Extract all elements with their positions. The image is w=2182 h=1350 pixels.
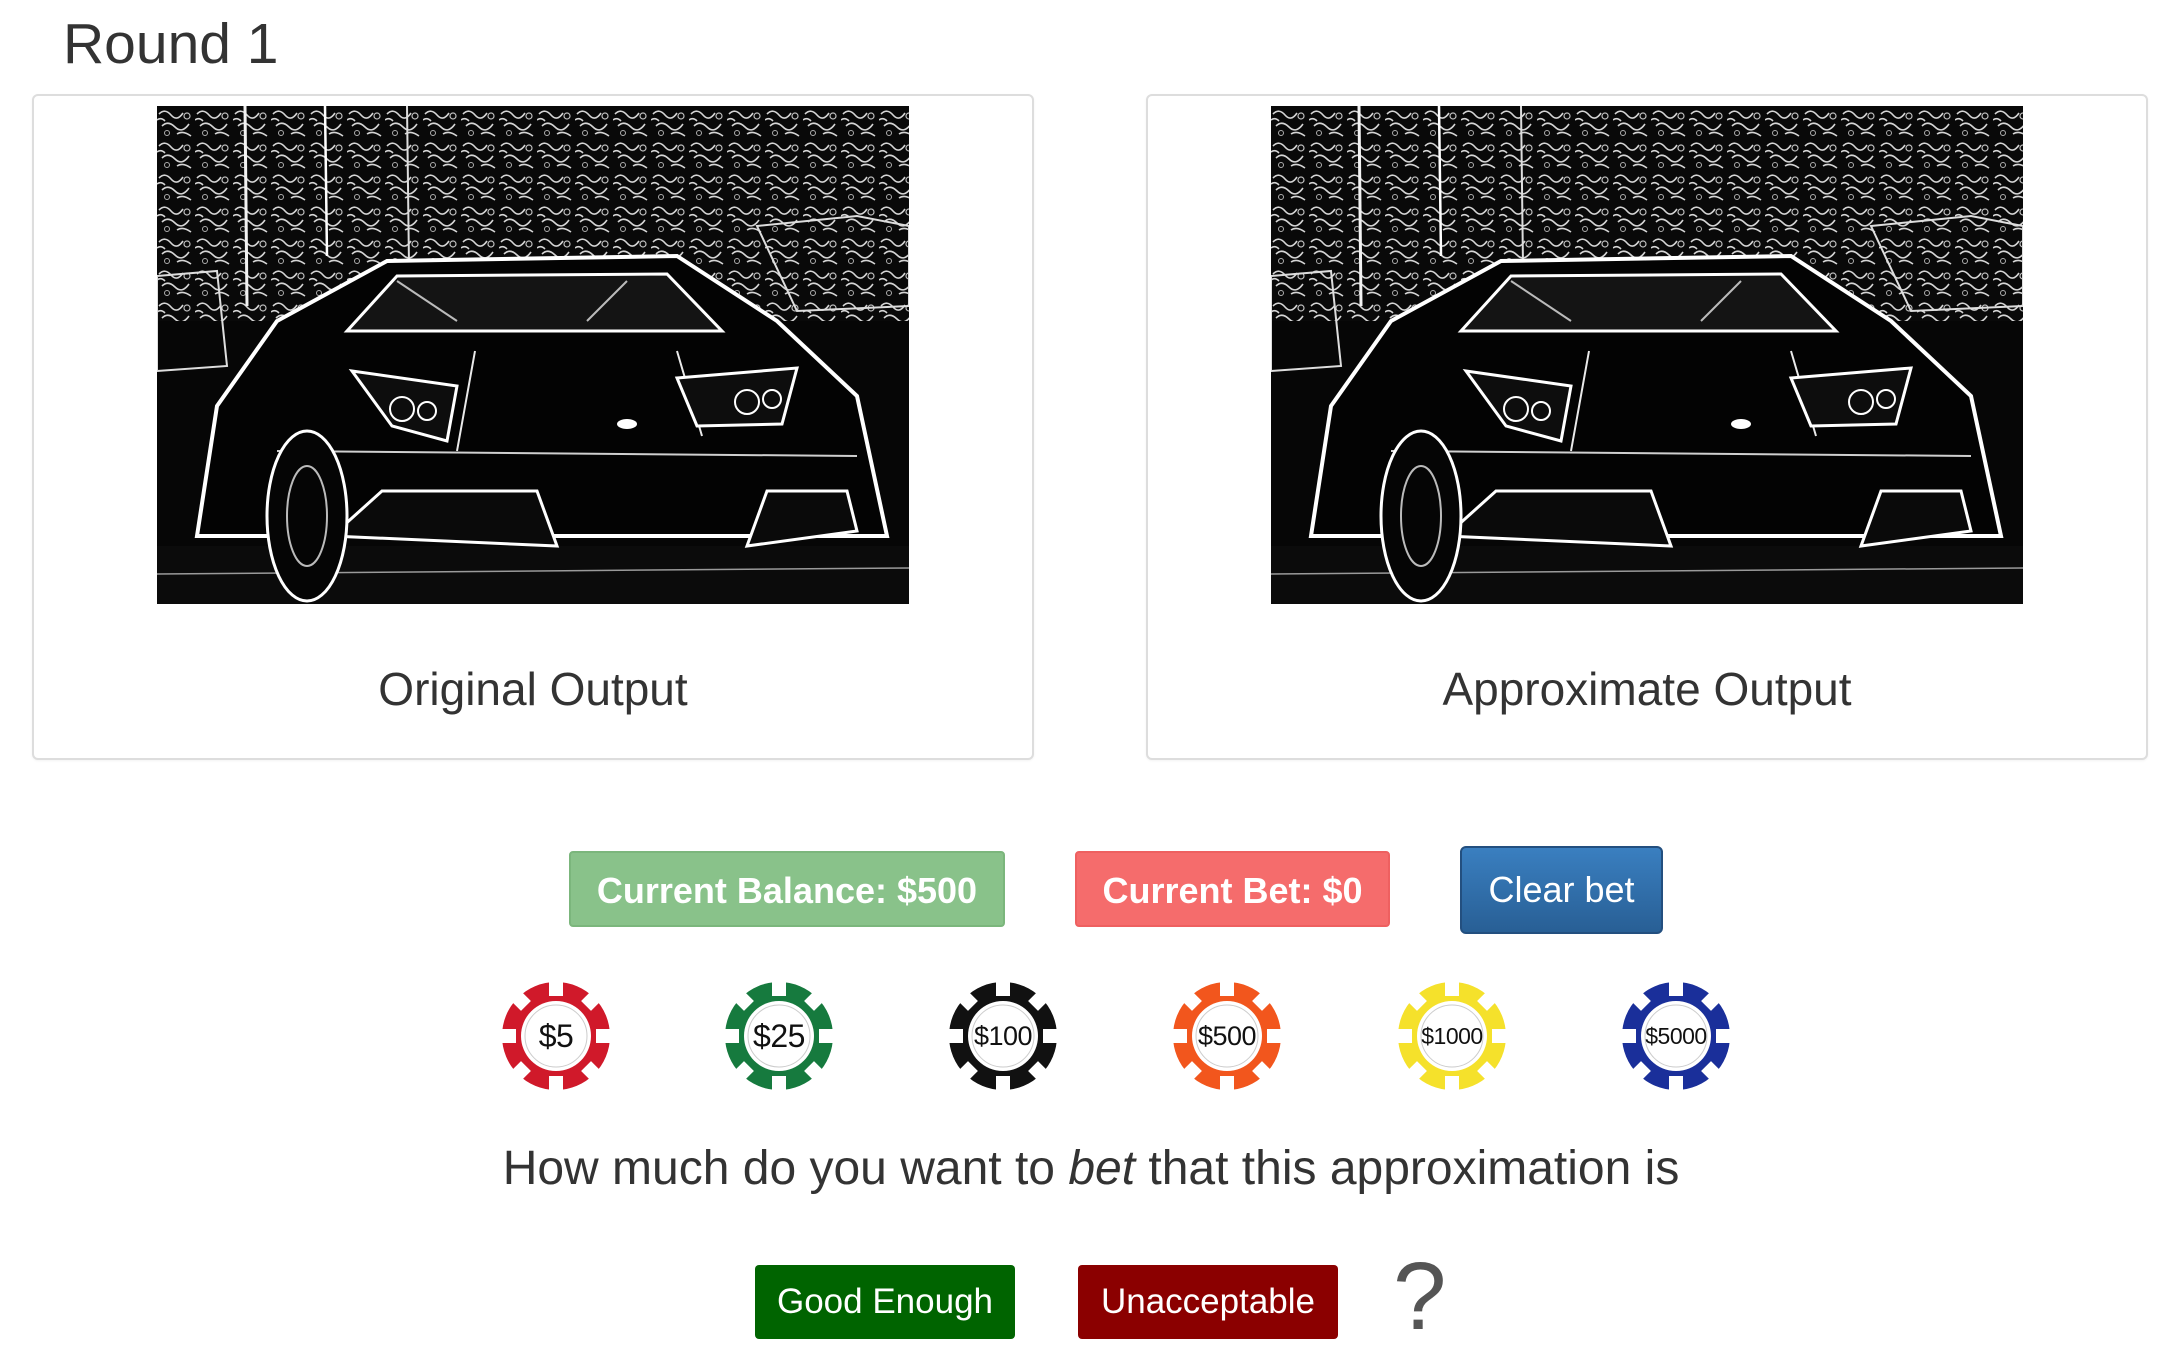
original-output-caption: Original Output [378, 663, 688, 715]
current-balance-label: Current Balance: $500 [569, 851, 1005, 927]
chip-label: $25 [753, 1018, 805, 1054]
chip-500[interactable]: $500 [1171, 980, 1283, 1092]
car-edge-image [1271, 106, 2023, 604]
bet-question: How much do you want to bet that this ap… [0, 1140, 2182, 1198]
chip-label: $1000 [1421, 1023, 1483, 1049]
clear-bet-button[interactable]: Clear bet [1460, 846, 1663, 934]
approximate-output-panel: Approximate Output [1146, 94, 2148, 760]
unacceptable-button[interactable]: Unacceptable [1078, 1265, 1338, 1339]
chip-label: $5000 [1645, 1023, 1707, 1049]
approximate-output-image [1271, 106, 2023, 604]
chip-label: $100 [973, 1021, 1033, 1051]
chip-5000[interactable]: $5000 [1620, 980, 1732, 1092]
approximate-output-caption: Approximate Output [1442, 663, 1852, 715]
round-title: Round 1 [63, 12, 279, 76]
car-edge-image [157, 106, 909, 604]
question-text-after: that this approximation is [1135, 1142, 1680, 1195]
chip-label: $5 [538, 1018, 574, 1054]
original-output-image [157, 106, 909, 604]
question-mark: ? [1393, 1243, 1447, 1350]
question-emphasis: bet [1068, 1142, 1136, 1195]
chip-label: $500 [1197, 1021, 1257, 1051]
chip-100[interactable]: $100 [947, 980, 1059, 1092]
good-enough-button[interactable]: Good Enough [755, 1265, 1015, 1339]
current-bet-label: Current Bet: $0 [1075, 851, 1390, 927]
question-text-before: How much do you want to [502, 1142, 1069, 1195]
chip-5[interactable]: $5 [500, 980, 612, 1092]
original-output-panel: Original Output [32, 94, 1034, 760]
chip-25[interactable]: $25 [723, 980, 835, 1092]
chip-1000[interactable]: $1000 [1396, 980, 1508, 1092]
